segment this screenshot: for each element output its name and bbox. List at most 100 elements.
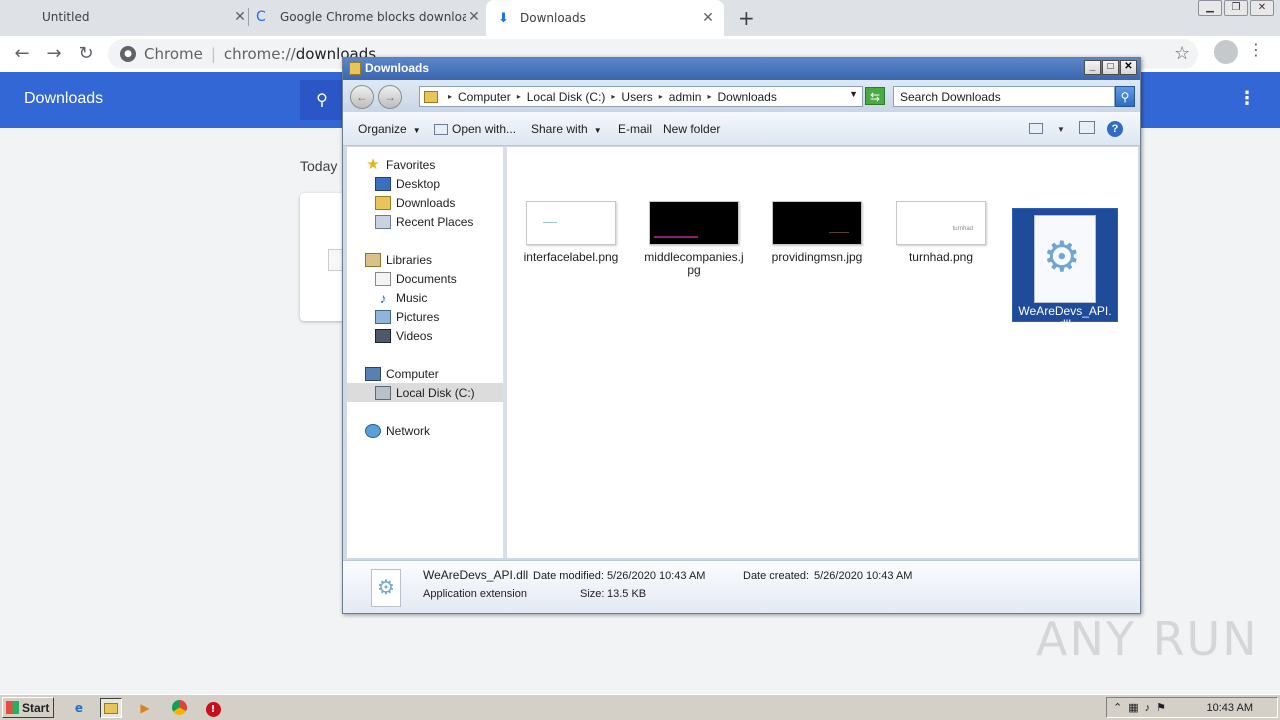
file-name: turnhad.png (908, 250, 974, 264)
nav-label: Music (396, 290, 428, 305)
preview-pane-icon[interactable] (1079, 121, 1095, 135)
nav-label: Documents (396, 271, 457, 286)
details-size-value: 13.5 KB (607, 588, 647, 600)
file-name: WeAreDevs_API.dll (1018, 304, 1112, 331)
more-actions-icon[interactable]: ⋮ (1238, 88, 1256, 109)
close-window-button[interactable]: ✕ (1250, 0, 1274, 16)
url-prefix: chrome:// (223, 45, 296, 63)
breadcrumb-downloads[interactable]: Downloads (717, 90, 776, 104)
chevron-right-icon[interactable]: ▸ (707, 92, 711, 101)
file-name: providingmsn.jpg (771, 250, 863, 264)
nav-item-local-disk[interactable]: Local Disk (C:) (347, 383, 503, 402)
back-arrow-icon[interactable]: ← (350, 85, 374, 109)
nav-label: Videos (396, 328, 433, 343)
network-tray-icon[interactable]: ▦ (1128, 701, 1138, 714)
explorer-window: Downloads _ □ ✕ ← → ▸ Computer ▸ Local D… (342, 57, 1141, 614)
tab-chrome-blocks-downloads[interactable]: C Google Chrome blocks downloads - G ✕ (256, 0, 482, 34)
share-with-button[interactable]: Share with ▼ (531, 122, 602, 136)
folder-icon (424, 90, 438, 103)
clock[interactable]: 10:43 AM (1207, 702, 1253, 714)
reload-button[interactable]: ↻ (74, 42, 98, 66)
chevron-right-icon[interactable]: ▸ (448, 92, 452, 101)
windows-logo-icon (6, 701, 19, 714)
view-icon[interactable] (1029, 121, 1043, 135)
maximize-button[interactable]: □ (1102, 60, 1119, 75)
explorer-taskbar-icon[interactable] (100, 698, 122, 718)
breadcrumb-local-disk[interactable]: Local Disk (C:) (527, 90, 606, 104)
nav-item-downloads[interactable]: Downloads (347, 193, 503, 212)
open-with-button[interactable]: Open with... (434, 122, 516, 136)
bookmark-star-icon[interactable]: ☆ (1174, 43, 1190, 64)
stop-icon[interactable]: ! (202, 698, 224, 718)
file-item[interactable]: turnhad turnhad.png (887, 153, 995, 264)
chevron-up-icon[interactable]: ⌃ (1113, 701, 1122, 714)
refresh-icon[interactable]: ⇆ (865, 87, 885, 105)
media-player-icon[interactable]: ▶ (134, 698, 156, 718)
flag-icon[interactable]: ⚑ (1156, 701, 1166, 714)
tab-title: Downloads (520, 11, 586, 25)
new-folder-button[interactable]: New folder (663, 122, 720, 136)
command-bar: Organize ▼ Open with... Share with ▼ E-mai… (343, 112, 1140, 146)
start-button[interactable]: Start (2, 697, 54, 718)
new-tab-button[interactable]: + (738, 6, 755, 30)
nav-label: Network (386, 423, 431, 438)
nav-item-computer[interactable]: Computer (347, 364, 503, 383)
chevron-right-icon[interactable]: ▸ (517, 92, 521, 101)
minimize-button[interactable]: ▁ (1198, 0, 1222, 16)
local-disk-icon (375, 385, 391, 400)
network-icon (365, 423, 381, 438)
address-bar[interactable]: ▸ Computer ▸ Local Disk (C:) ▸ Users ▸ a… (419, 86, 863, 107)
downloads-folder-icon (375, 195, 391, 210)
organize-button[interactable]: Organize ▼ (358, 122, 421, 136)
breadcrumb-computer[interactable]: Computer (458, 90, 511, 104)
close-icon[interactable]: ✕ (700, 10, 716, 26)
nav-item-documents[interactable]: Documents (347, 269, 503, 288)
image-thumbnail (772, 201, 862, 245)
search-icon[interactable]: ⚲ (1115, 86, 1135, 107)
navigation-pane: ★ Favorites Desktop Downloads Recent Plac… (347, 147, 503, 558)
breadcrumb-users[interactable]: Users (621, 90, 652, 104)
chevron-down-icon[interactable]: ▼ (1057, 125, 1065, 134)
nav-item-network[interactable]: Network (347, 421, 503, 440)
nav-item-recent-places[interactable]: Recent Places (347, 212, 503, 231)
search-input[interactable]: Search Downloads (893, 86, 1115, 107)
open-with-label: Open with... (452, 122, 517, 136)
file-item[interactable]: interfacelabel.png (517, 153, 625, 264)
search-icon[interactable]: ⚲ (300, 80, 344, 120)
forward-button[interactable]: → (42, 42, 66, 66)
nav-item-libraries[interactable]: Libraries (347, 250, 503, 269)
close-icon[interactable]: ✕ (466, 9, 482, 25)
tab-downloads[interactable]: ⬇ Downloads ✕ (486, 0, 724, 36)
nav-item-videos[interactable]: Videos (347, 326, 503, 345)
forward-arrow-icon[interactable]: → (378, 85, 402, 109)
chevron-down-icon[interactable]: ▼ (849, 89, 858, 99)
explorer-titlebar[interactable]: Downloads _ □ ✕ (343, 58, 1140, 80)
nav-item-desktop[interactable]: Desktop (347, 174, 503, 193)
minimize-button[interactable]: _ (1084, 60, 1101, 75)
volume-icon[interactable]: ♪ (1145, 702, 1151, 714)
page-title: Downloads (24, 90, 104, 107)
chrome-taskbar-icon[interactable] (168, 698, 190, 718)
help-icon[interactable]: ? (1107, 121, 1123, 137)
file-item[interactable]: providingmsn.jpg (763, 153, 871, 264)
share-with-label: Share with (531, 122, 588, 136)
file-item[interactable]: middlecompanies.jpg (640, 153, 748, 277)
chevron-right-icon[interactable]: ▸ (611, 92, 615, 101)
nav-item-pictures[interactable]: Pictures (347, 307, 503, 326)
close-icon[interactable]: ✕ (232, 9, 248, 25)
back-button[interactable]: ← (10, 42, 34, 66)
file-item-selected[interactable]: ⚙ WeAreDevs_API.dll (1012, 208, 1118, 331)
details-modified-value: 5/26/2020 10:43 AM (607, 570, 706, 582)
email-button[interactable]: E-mail (618, 122, 652, 136)
nav-item-music[interactable]: ♪ Music (347, 288, 503, 307)
internet-explorer-icon[interactable]: e (68, 698, 90, 718)
restore-button[interactable]: ❐ (1224, 0, 1248, 16)
breadcrumb-admin[interactable]: admin (669, 90, 702, 104)
chrome-menu-icon[interactable]: ⋮ (1248, 40, 1264, 59)
profile-avatar[interactable] (1214, 40, 1238, 64)
chevron-right-icon[interactable]: ▸ (659, 92, 663, 101)
image-thumbnail (649, 201, 739, 245)
tab-untitled[interactable]: Untitled ✕ (16, 0, 248, 34)
close-button[interactable]: ✕ (1120, 60, 1137, 75)
nav-item-favorites[interactable]: ★ Favorites (347, 155, 503, 174)
